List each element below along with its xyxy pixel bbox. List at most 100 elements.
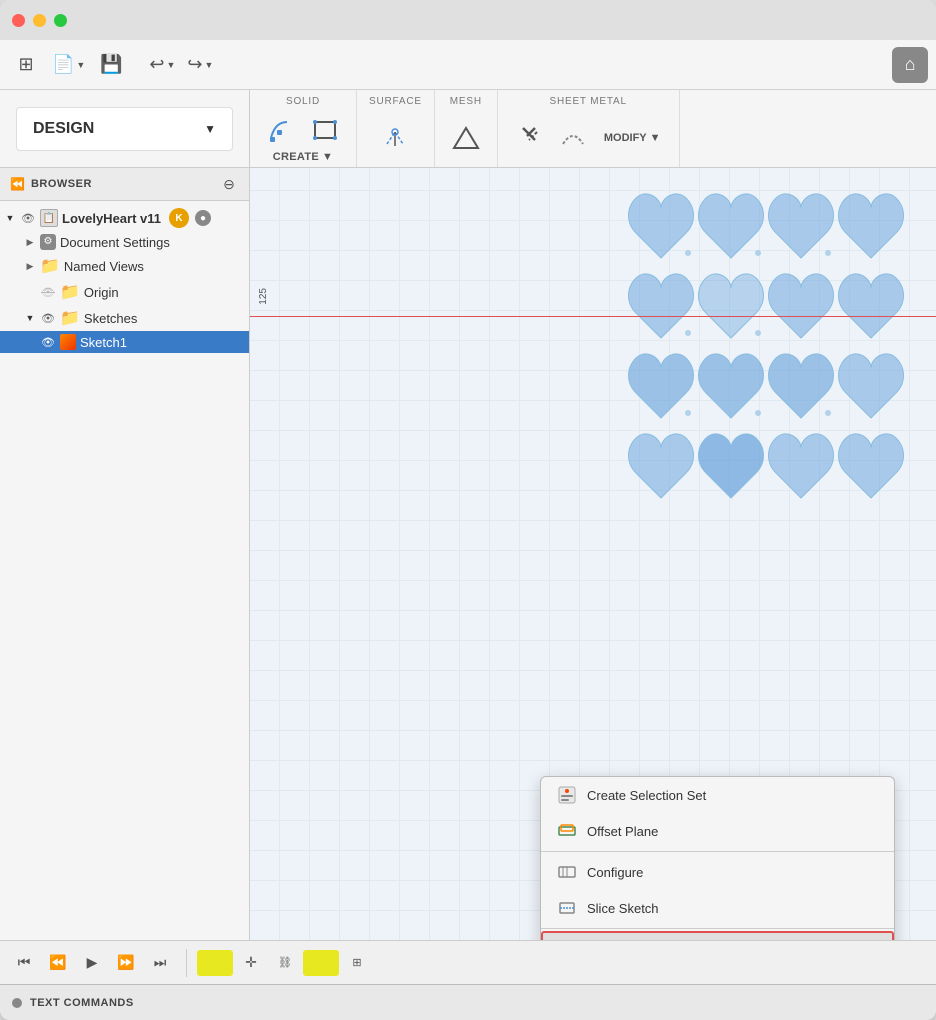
arc-tool-button[interactable] bbox=[262, 111, 300, 149]
viewport[interactable]: 125 bbox=[250, 168, 936, 940]
chevron-down-icon: ▼ bbox=[4, 212, 16, 224]
folder-icon: 📁 bbox=[40, 256, 60, 276]
link-button[interactable]: ⛓ bbox=[269, 947, 301, 979]
move-icon: ✛ bbox=[245, 954, 257, 971]
curve-icon bbox=[559, 124, 587, 152]
named-views-label: Named Views bbox=[64, 259, 144, 274]
home-button[interactable]: ⌂ bbox=[892, 47, 928, 83]
context-menu: Create Selection Set Offset Plane bbox=[540, 776, 895, 940]
timeline-cluster: ✛ ⛓ ⊞ bbox=[197, 947, 373, 979]
title-bar bbox=[0, 0, 936, 40]
last-frame-button[interactable]: ⏭ bbox=[144, 947, 176, 979]
browser-panel: ⏪ BROWSER ⊖ ▼ 👁 📋 LovelyHeart v11 K ● bbox=[0, 168, 250, 940]
timeline-keyframe-1[interactable] bbox=[197, 950, 233, 976]
gear-icon: ⚙ bbox=[40, 234, 56, 250]
timeline-controls: ⏮ ⏪ ▶ ⏩ ⏭ bbox=[8, 947, 176, 979]
tree-item-origin[interactable]: ▶ 👁 📁 Origin bbox=[0, 279, 249, 305]
close-button[interactable] bbox=[12, 14, 25, 27]
solid-label: SOLID bbox=[286, 96, 320, 107]
undo-dropdown[interactable]: ↩ ▼ bbox=[145, 47, 179, 83]
design-workspace-selector: DESIGN ▼ bbox=[0, 90, 250, 167]
text-commands-bar: TEXT COMMANDS bbox=[0, 984, 936, 1020]
next-frame-button[interactable]: ⏩ bbox=[110, 947, 142, 979]
prev-frame-button[interactable]: ⏪ bbox=[42, 947, 74, 979]
redo-icon: ↪ bbox=[187, 54, 202, 75]
folder-sketches-icon: 📁 bbox=[60, 308, 80, 328]
lovelyheart-label: LovelyHeart v11 bbox=[62, 211, 161, 226]
create-chevron-icon: ▼ bbox=[322, 151, 333, 163]
extrude-icon bbox=[381, 124, 409, 152]
sketch1-label: Sketch1 bbox=[80, 335, 127, 350]
extrude-tool-button[interactable] bbox=[376, 119, 414, 157]
visibility-icon[interactable]: 👁 bbox=[40, 334, 56, 350]
first-frame-button[interactable]: ⏮ bbox=[8, 947, 40, 979]
link-icon: ⛓ bbox=[278, 956, 292, 969]
new-file-dropdown[interactable]: 📄 ▼ bbox=[48, 47, 89, 83]
triangle-tool-button[interactable] bbox=[447, 119, 485, 157]
menu-item-configure[interactable]: Configure bbox=[541, 854, 894, 890]
modify-label: MODIFY bbox=[604, 132, 647, 144]
sheet-metal-label: SHEET METAL bbox=[550, 96, 627, 107]
redo-chevron: ▼ bbox=[204, 60, 213, 70]
modify-dropdown[interactable]: MODIFY ▼ bbox=[598, 130, 667, 146]
curve-tool-button[interactable] bbox=[554, 119, 592, 157]
chevron-down-icon: ▼ bbox=[24, 312, 36, 324]
ribbon-area: DESIGN ▼ SOLID bbox=[0, 90, 936, 168]
save-icon: 💾 bbox=[100, 54, 122, 75]
rectangle-icon bbox=[311, 116, 339, 144]
solid-tools bbox=[262, 111, 344, 149]
visibility-crossed-icon[interactable]: 👁 bbox=[40, 284, 56, 300]
menu-item-create-selection-set[interactable]: Create Selection Set bbox=[541, 777, 894, 813]
new-file-chevron: ▼ bbox=[76, 60, 85, 70]
browser-collapse-icon[interactable]: ⏪ bbox=[10, 177, 25, 191]
menu-item-slice-sketch[interactable]: Slice Sketch bbox=[541, 890, 894, 926]
design-button[interactable]: DESIGN ▼ bbox=[16, 107, 233, 151]
menu-item-save-as-dxf[interactable]: DXF Save As DXF bbox=[541, 931, 894, 940]
save-button[interactable]: 💾 bbox=[93, 47, 129, 83]
main-toolbar: ⊞ 📄 ▼ 💾 ↩ ▼ ↪ ▼ ⌂ bbox=[0, 40, 936, 90]
tree-item-lovelyheart[interactable]: ▼ 👁 📋 LovelyHeart v11 K ● bbox=[0, 205, 249, 231]
slice-sketch-label: Slice Sketch bbox=[587, 901, 659, 916]
grid-view-button[interactable]: ⊞ bbox=[8, 47, 44, 83]
move-icon-button[interactable]: ✛ bbox=[235, 947, 267, 979]
browser-minimize-button[interactable]: ⊖ bbox=[219, 174, 239, 194]
arc-icon bbox=[267, 116, 295, 144]
next-frame-icon: ⏩ bbox=[117, 954, 134, 971]
tree-item-document-settings[interactable]: ▶ ⚙ Document Settings bbox=[0, 231, 249, 253]
sheet-metal-tools: MODIFY ▼ bbox=[510, 111, 667, 165]
tree-item-named-views[interactable]: ▶ 📁 Named Views bbox=[0, 253, 249, 279]
selection-set-icon bbox=[557, 785, 577, 805]
surface-tools bbox=[376, 111, 414, 165]
redo-dropdown[interactable]: ↪ ▼ bbox=[183, 47, 217, 83]
last-frame-icon: ⏭ bbox=[154, 954, 167, 971]
surface-label: SURFACE bbox=[369, 96, 422, 107]
slice-sketch-icon bbox=[557, 898, 577, 918]
rectangle-tool-button[interactable] bbox=[306, 111, 344, 149]
browser-minus-icon: ⊖ bbox=[223, 176, 235, 193]
visibility-icon[interactable]: 👁 bbox=[40, 310, 56, 326]
browser-tree: ▼ 👁 📋 LovelyHeart v11 K ● ▶ ⚙ Document S… bbox=[0, 201, 249, 940]
bottom-toolbar: ⏮ ⏪ ▶ ⏩ ⏭ ✛ ⛓ ⊞ bbox=[0, 940, 936, 984]
document-icon: 📋 bbox=[40, 209, 58, 227]
tree-item-sketch1[interactable]: 👁 Sketch1 bbox=[0, 331, 249, 353]
maximize-button[interactable] bbox=[54, 14, 67, 27]
play-button[interactable]: ▶ bbox=[76, 947, 108, 979]
ribbon-category-surface: SURFACE bbox=[357, 90, 435, 167]
minimize-button[interactable] bbox=[33, 14, 46, 27]
create-selection-set-label: Create Selection Set bbox=[587, 788, 706, 803]
create-dropdown[interactable]: CREATE ▼ bbox=[267, 149, 339, 165]
document-settings-label: Document Settings bbox=[60, 235, 170, 250]
menu-item-offset-plane[interactable]: Offset Plane bbox=[541, 813, 894, 849]
timeline-keyframe-2[interactable] bbox=[303, 950, 339, 976]
design-chevron-icon: ▼ bbox=[204, 122, 216, 136]
sketches-label: Sketches bbox=[84, 311, 137, 326]
visibility-icon[interactable]: 👁 bbox=[20, 210, 36, 226]
grid-icon: ⊞ bbox=[352, 956, 361, 969]
tree-item-sketches[interactable]: ▼ 👁 📁 Sketches bbox=[0, 305, 249, 331]
scissors-tool-button[interactable] bbox=[510, 119, 548, 157]
grid-button[interactable]: ⊞ bbox=[341, 947, 373, 979]
menu-separator-1 bbox=[541, 851, 894, 852]
sketch-pencil-icon bbox=[60, 334, 76, 350]
triangle-icon bbox=[452, 124, 480, 152]
play-icon: ▶ bbox=[87, 954, 98, 971]
